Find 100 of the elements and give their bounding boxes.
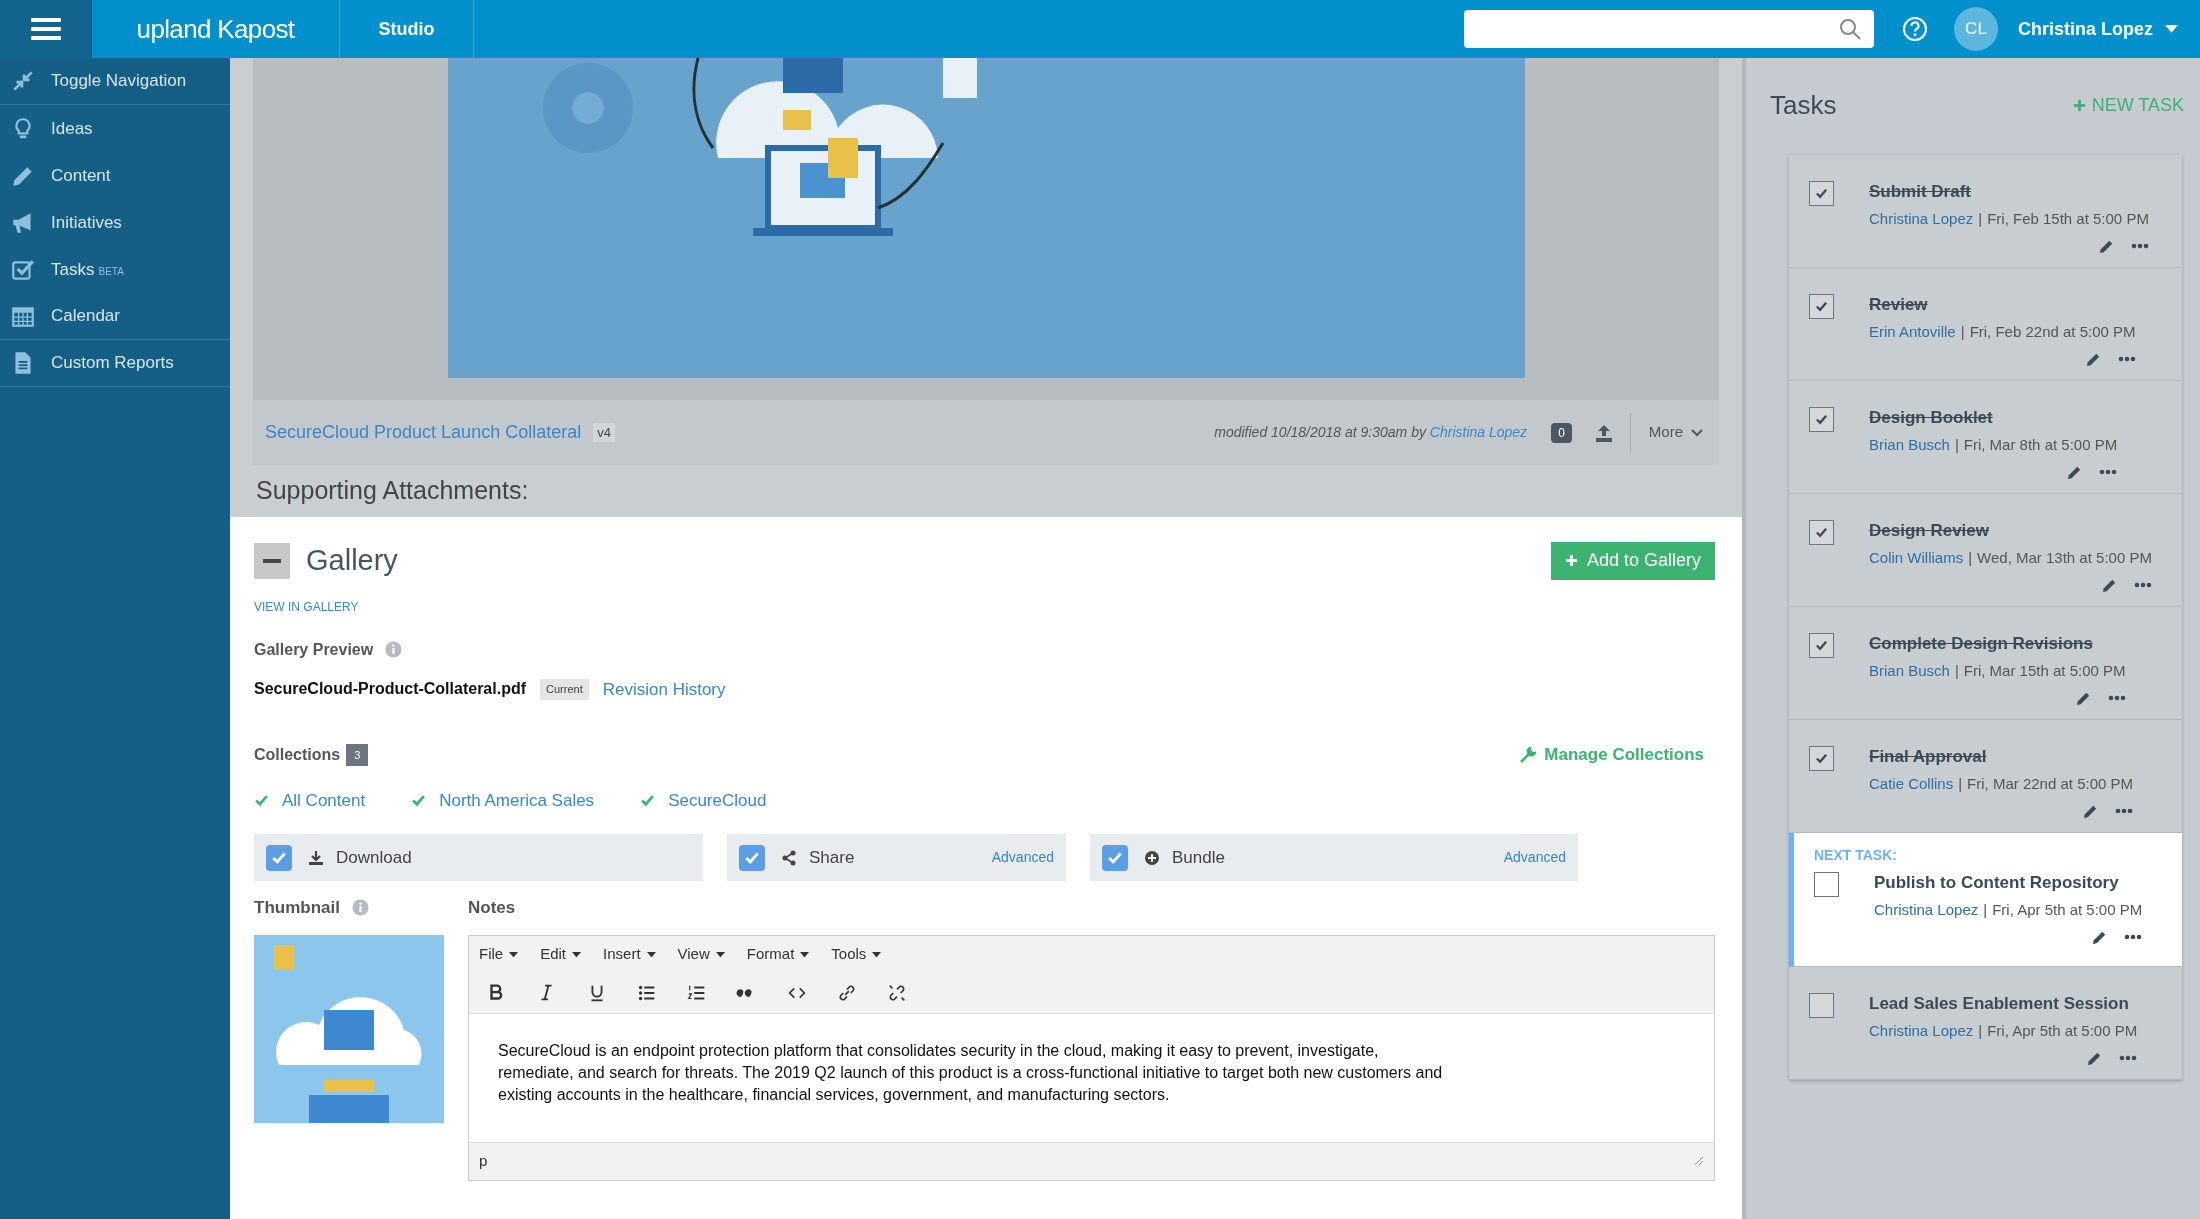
task-card[interactable]: Design Booklet Brian Busch | Fri, Mar 8th at 5:00 PM: [1789, 381, 2182, 494]
task-checkbox[interactable]: [1809, 407, 1834, 432]
plus-circle-icon: [1144, 849, 1160, 866]
collection-link[interactable]: SecureCloud: [640, 787, 767, 813]
plus-icon: [2072, 98, 2086, 112]
editor-menu[interactable]: Format: [746, 943, 810, 966]
nav-item[interactable]: Ideas: [0, 105, 230, 152]
comment-count[interactable]: 0: [1551, 422, 1572, 443]
more-button[interactable]: More: [1648, 421, 1703, 444]
checkbox[interactable]: [739, 844, 765, 871]
gallery-preview-label: Gallery Preview: [254, 639, 374, 660]
caret-icon: [2165, 25, 2178, 33]
more-button[interactable]: [2107, 695, 2126, 701]
separator: |: [1978, 1021, 1983, 1041]
nav-item[interactable]: Content: [0, 152, 230, 199]
due-date: Fri, Mar 8th at 5:00 PM: [1963, 435, 2118, 455]
logo[interactable]: upland Kapost: [136, 9, 295, 49]
separator: |: [1978, 209, 1983, 229]
assignee-link[interactable]: Christina Lopez: [1869, 208, 1974, 231]
editor-menu[interactable]: Edit: [540, 943, 582, 966]
advanced-link[interactable]: Advanced: [991, 847, 1054, 868]
rich-text-editor[interactable]: [468, 934, 1715, 1181]
task-card[interactable]: Complete Design Revisions Brian Busch | Fri, Mar 15th at 5:00 PM: [1789, 607, 2182, 720]
editor-menu[interactable]: Tools: [831, 943, 882, 966]
task-title: Lead Sales Enablement Session: [1869, 993, 2130, 1015]
advanced-link[interactable]: Advanced: [1503, 847, 1566, 868]
more-button[interactable]: [2115, 808, 2133, 814]
more-button[interactable]: [2133, 582, 2152, 588]
nav-item[interactable]: Custom Reports: [0, 340, 230, 387]
assignee-link[interactable]: Colin Williams: [1869, 547, 1964, 570]
editor-menu[interactable]: View: [677, 943, 725, 966]
current-badge: Current: [540, 679, 589, 700]
minus-icon: [263, 558, 281, 563]
editor-menu[interactable]: File: [479, 943, 519, 966]
checkbox[interactable]: [266, 844, 292, 871]
more-button[interactable]: [2117, 356, 2136, 362]
revision-history-link[interactable]: Revision History: [602, 676, 726, 702]
separator: |: [1960, 322, 1965, 342]
task-title: Submit Draft: [1869, 181, 1972, 203]
assignee-link[interactable]: Erin Antoville: [1869, 321, 1956, 344]
task-checkbox[interactable]: [1809, 993, 1834, 1018]
task-checkbox[interactable]: [1809, 181, 1834, 206]
assignee-link[interactable]: Brian Busch: [1869, 434, 1950, 457]
notes-text[interactable]: SecureCloud is an endpoint protection platform that consolidates security in the cloud, making it easy to prevent, investigate, remediate, and search for threats. The 2019 Q2 launch of this product is a cross-functional initiative to target both new customers and existing accounts in the healthcare, financial services, government, and manufacturing sectors.: [498, 1039, 1458, 1106]
separator: |: [1954, 435, 1959, 455]
more-button[interactable]: [2124, 934, 2143, 940]
task-checkbox[interactable]: [1809, 520, 1834, 545]
caret-icon: [872, 951, 882, 958]
editor-menu[interactable]: Insert: [603, 943, 656, 966]
due-date: Fri, Feb 22nd at 5:00 PM: [1969, 322, 2136, 342]
nav-item[interactable]: Tasks BETA: [0, 246, 230, 293]
task-checkbox[interactable]: [1814, 872, 1839, 897]
caret-icon: [800, 951, 810, 958]
collection-link[interactable]: North America Sales: [411, 787, 595, 813]
search-field[interactable]: [1464, 10, 1874, 48]
assignee-link[interactable]: Christina Lopez: [1869, 1020, 1974, 1043]
assignee-link[interactable]: Christina Lopez: [1874, 899, 1979, 922]
checkbox[interactable]: [1102, 844, 1128, 871]
task-card[interactable]: Review Erin Antoville | Fri, Feb 22nd at 5:00 PM: [1789, 268, 2182, 381]
nav-item[interactable]: Calendar: [0, 293, 230, 340]
download-icon: [308, 849, 324, 866]
check-icon: [1815, 752, 1828, 765]
studio-link[interactable]: Studio: [378, 15, 435, 43]
caret-icon: [715, 951, 725, 958]
task-checkbox[interactable]: [1809, 633, 1834, 658]
task-title: Publish to Content Repository: [1874, 872, 2120, 894]
beta-label: BETA: [98, 264, 124, 279]
task-checkbox[interactable]: [1809, 746, 1834, 771]
user-menu[interactable]: Christina Lopez: [2018, 15, 2178, 43]
due-date: Fri, Apr 5th at 5:00 PM: [1987, 1021, 2138, 1041]
file-name: SecureCloud-Product-Collateral.pdf: [254, 679, 527, 700]
task-card[interactable]: Lead Sales Enablement Session Christina Lopez | Fri, Apr 5th at 5:00 PM: [1789, 967, 2182, 1080]
nav-item[interactable]: Initiatives: [0, 199, 230, 246]
task-card[interactable]: Submit Draft Christina Lopez | Fri, Feb 15th at 5:00 PM: [1789, 155, 2182, 268]
tasks-title: Tasks: [1770, 88, 1837, 122]
view-in-gallery-link[interactable]: VIEW IN GALLERY: [254, 597, 359, 616]
caret-icon: [509, 951, 519, 958]
task-card[interactable]: Design Review Colin Williams | Wed, Mar 13th at 5:00 PM: [1789, 494, 2182, 607]
separator: |: [1958, 774, 1963, 794]
check-icon: [1815, 413, 1828, 426]
more-button[interactable]: [2130, 243, 2149, 249]
more-button[interactable]: [2099, 469, 2118, 475]
assignee-link[interactable]: Catie Collins: [1869, 773, 1954, 796]
option-label: Bundle: [1172, 846, 1225, 869]
more-button[interactable]: [2119, 1055, 2138, 1061]
task-card[interactable]: Final Approval Catie Collins | Fri, Mar 22nd at 5:00 PM: [1789, 720, 2182, 833]
more-icon: [2119, 1055, 2138, 1061]
check-icon: [1815, 187, 1828, 200]
resize-handle-icon: [1694, 1156, 1704, 1166]
modified-text: modified 10/18/2018 at 9:30am by Christina Lopez: [1214, 423, 1528, 442]
collection-link[interactable]: All Content: [254, 787, 366, 813]
task-card[interactable]: NEXT TASK: Publish to Content Repository Christina Lopez | Fri, Apr 5th at 5:00 PM: [1789, 833, 2182, 967]
assignee-link[interactable]: Brian Busch: [1869, 660, 1950, 683]
task-checkbox[interactable]: [1809, 294, 1834, 319]
element-path: p: [479, 1150, 488, 1171]
info-icon: [385, 641, 403, 658]
gallery-title: Gallery: [306, 543, 398, 578]
menu-button[interactable]: [0, 0, 92, 58]
collapse-button[interactable]: [254, 542, 290, 579]
wrench-icon: [1520, 746, 1537, 763]
